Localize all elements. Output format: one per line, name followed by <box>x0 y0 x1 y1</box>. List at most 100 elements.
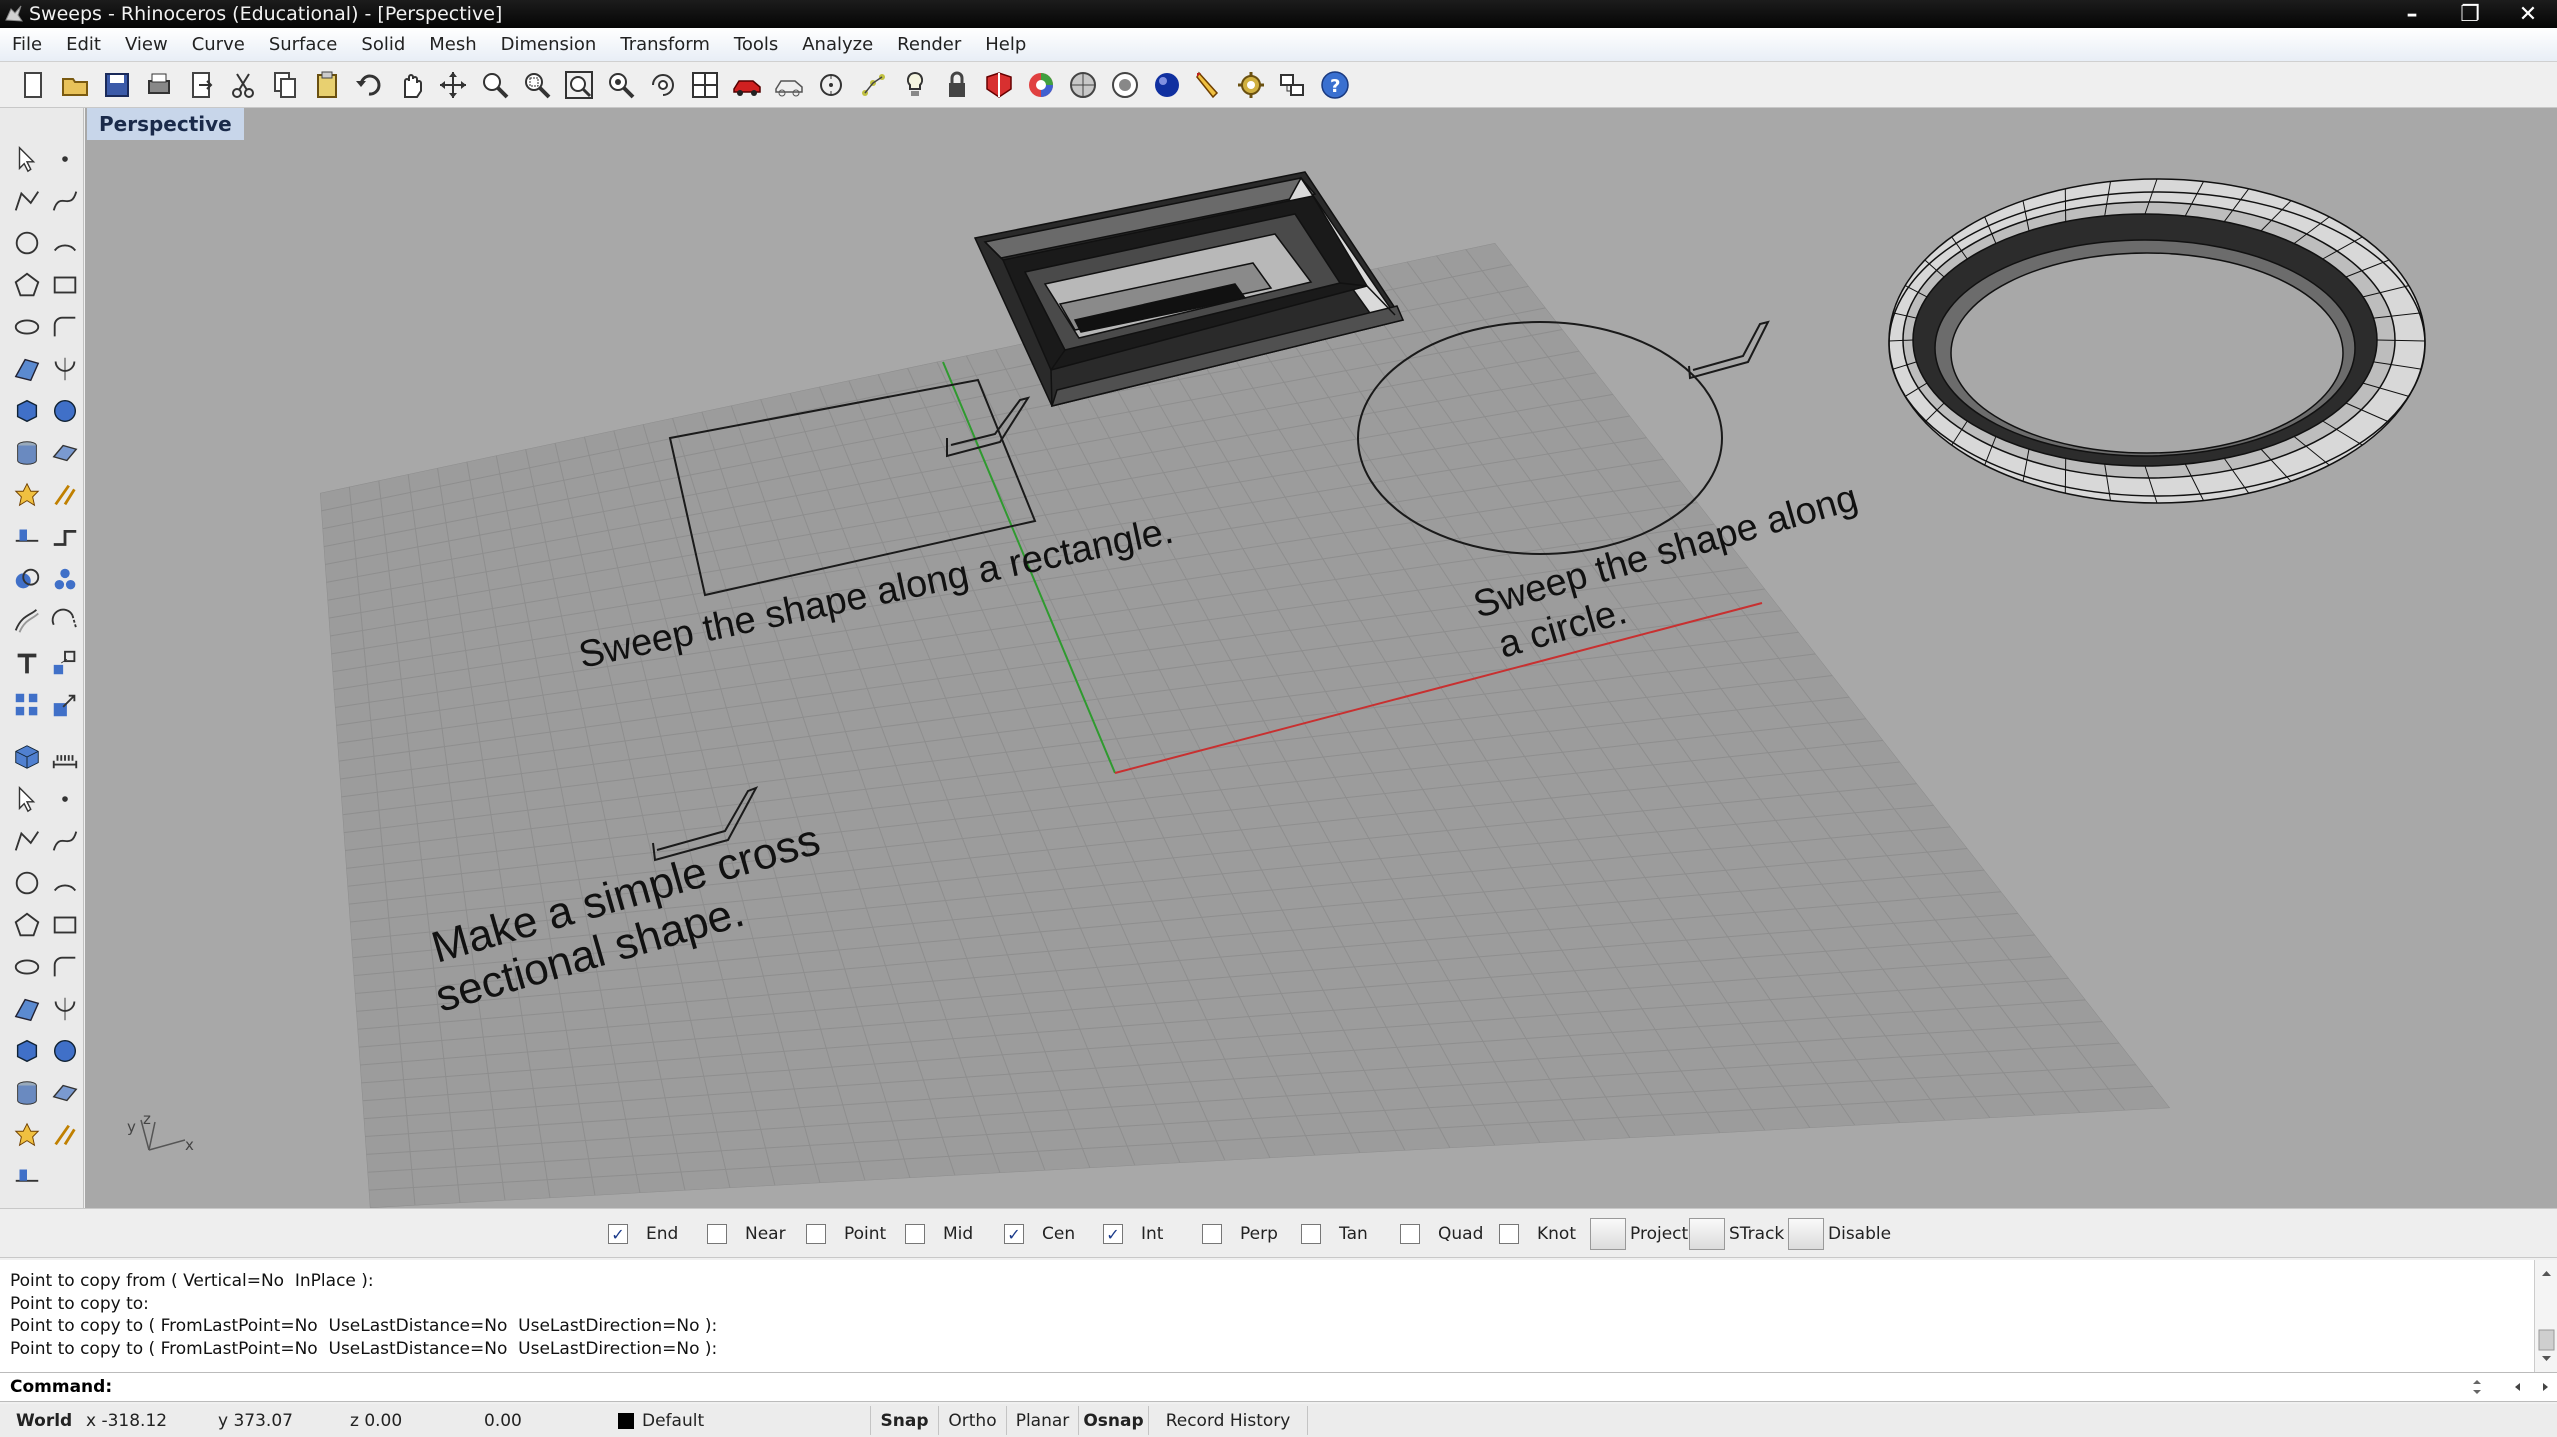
menu-view[interactable]: View <box>113 34 180 55</box>
snap-toggle[interactable]: Snap <box>870 1406 938 1435</box>
xray-icon[interactable] <box>1104 64 1146 106</box>
view-box-icon[interactable] <box>8 948 46 986</box>
view-back-icon[interactable] <box>46 864 84 902</box>
osnap-checkbox[interactable]: ✓ <box>1004 1224 1024 1244</box>
car-icon[interactable] <box>726 64 768 106</box>
osnap-int[interactable]: ✓ Int <box>1103 1222 1163 1246</box>
scale-icon[interactable] <box>46 686 84 724</box>
osnap-toggle[interactable]: Osnap <box>1078 1406 1148 1435</box>
menu-solid[interactable]: Solid <box>349 34 417 55</box>
plane-icon[interactable] <box>46 434 84 472</box>
boolean-icon[interactable] <box>8 560 46 598</box>
osnap-checkbox[interactable] <box>905 1224 925 1244</box>
osnap-end[interactable]: ✓ End <box>608 1222 678 1246</box>
view-bottom-icon[interactable] <box>8 906 46 944</box>
toggle-box[interactable] <box>1590 1218 1626 1250</box>
viewports-icon[interactable] <box>684 64 726 106</box>
dimension-icon[interactable] <box>46 738 84 776</box>
help-icon[interactable]: ? <box>1314 64 1356 106</box>
zoom-window-icon[interactable] <box>516 64 558 106</box>
surface-net-icon[interactable] <box>46 1116 84 1154</box>
lock-icon[interactable] <box>936 64 978 106</box>
surface-edit-icon[interactable] <box>8 1116 46 1154</box>
osnap-mid[interactable]: Mid <box>905 1222 973 1246</box>
osnap-cen[interactable]: ✓ Cen <box>1004 1222 1075 1246</box>
open-icon[interactable] <box>54 64 96 106</box>
export-icon[interactable] <box>180 64 222 106</box>
toggle-box[interactable] <box>1788 1218 1824 1250</box>
menu-curve[interactable]: Curve <box>180 34 257 55</box>
offset-icon[interactable] <box>8 602 46 640</box>
circle-icon[interactable] <box>8 224 46 262</box>
sphere-icon[interactable] <box>46 392 84 430</box>
osnap-checkbox[interactable]: ✓ <box>608 1224 628 1244</box>
polygon-icon[interactable] <box>8 266 46 304</box>
osnap-perp[interactable]: Perp <box>1202 1222 1278 1246</box>
osnap-toggle-disable[interactable]: Disable <box>1788 1218 1891 1250</box>
rotate-view-icon[interactable] <box>432 64 474 106</box>
text-icon[interactable] <box>8 644 46 682</box>
rotate-icon[interactable] <box>642 64 684 106</box>
osnap-checkbox[interactable] <box>1499 1224 1519 1244</box>
osnap-toggle-strack[interactable]: STrack <box>1689 1218 1784 1250</box>
pencil-icon[interactable] <box>1188 64 1230 106</box>
trim-icon[interactable] <box>46 476 84 514</box>
copy-icon[interactable] <box>264 64 306 106</box>
current-layer[interactable]: Default <box>618 1404 704 1437</box>
view-iso-icon[interactable] <box>46 906 84 944</box>
menu-dimension[interactable]: Dimension <box>489 34 609 55</box>
osnap-near[interactable]: Near <box>707 1222 786 1246</box>
scene-canvas[interactable]: Sweep the shape along a rectangle. Sweep… <box>85 108 2557 1208</box>
options-icon[interactable] <box>1272 64 1314 106</box>
wireframe-icon[interactable] <box>768 64 810 106</box>
new-icon[interactable] <box>12 64 54 106</box>
mesh-icon[interactable] <box>8 990 46 1028</box>
osnap-quad[interactable]: Quad <box>1400 1222 1483 1246</box>
mesh-edit-icon[interactable] <box>46 990 84 1028</box>
rectangle-icon[interactable] <box>46 266 84 304</box>
revolve-icon[interactable] <box>46 350 84 388</box>
cplane-indicator[interactable]: World <box>16 1404 72 1437</box>
arc-icon[interactable] <box>46 224 84 262</box>
surface-loft-icon[interactable] <box>8 1158 46 1196</box>
profile-curve-circle[interactable] <box>1688 320 1770 380</box>
osnap-checkbox[interactable] <box>1202 1224 1222 1244</box>
osnap-checkbox[interactable] <box>1400 1224 1420 1244</box>
osnap-toggle-project[interactable]: Project <box>1590 1218 1688 1250</box>
menu-file[interactable]: File <box>0 34 54 55</box>
view-left-icon[interactable] <box>8 864 46 902</box>
points-icon[interactable] <box>810 64 852 106</box>
extend-icon[interactable] <box>46 602 84 640</box>
explode-icon[interactable] <box>8 476 46 514</box>
move-icon[interactable] <box>46 644 84 682</box>
swept-circle-surface[interactable] <box>1888 178 2426 504</box>
planar-toggle[interactable]: Planar <box>1006 1406 1078 1435</box>
box-icon[interactable] <box>8 392 46 430</box>
join-icon[interactable] <box>46 518 84 556</box>
menu-surface[interactable]: Surface <box>257 34 350 55</box>
ghosted-icon[interactable] <box>1062 64 1104 106</box>
shaded-icon[interactable] <box>978 64 1020 106</box>
print-icon[interactable] <box>138 64 180 106</box>
solid-icon[interactable] <box>8 738 46 776</box>
close-button[interactable]: ✕ <box>2499 0 2557 28</box>
settings-icon[interactable] <box>1230 64 1272 106</box>
cylinder-icon[interactable] <box>8 434 46 472</box>
menu-render[interactable]: Render <box>885 34 973 55</box>
maximize-button[interactable]: ❐ <box>2441 0 2499 28</box>
render-light-icon[interactable] <box>8 1074 46 1112</box>
paste-icon[interactable] <box>306 64 348 106</box>
view-right-icon[interactable] <box>8 822 46 860</box>
grid-snap-icon[interactable] <box>852 64 894 106</box>
grid-icon[interactable] <box>8 1032 46 1070</box>
osnap-point[interactable]: Point <box>806 1222 886 1246</box>
cut-icon[interactable] <box>222 64 264 106</box>
light-icon[interactable] <box>894 64 936 106</box>
menu-analyze[interactable]: Analyze <box>790 34 885 55</box>
pan-icon[interactable] <box>390 64 432 106</box>
undo-icon[interactable] <box>348 64 390 106</box>
command-input[interactable] <box>118 1375 2467 1399</box>
curve-icon[interactable] <box>46 182 84 220</box>
viewport-title-tab[interactable]: Perspective <box>87 108 244 140</box>
zoom-icon[interactable] <box>474 64 516 106</box>
